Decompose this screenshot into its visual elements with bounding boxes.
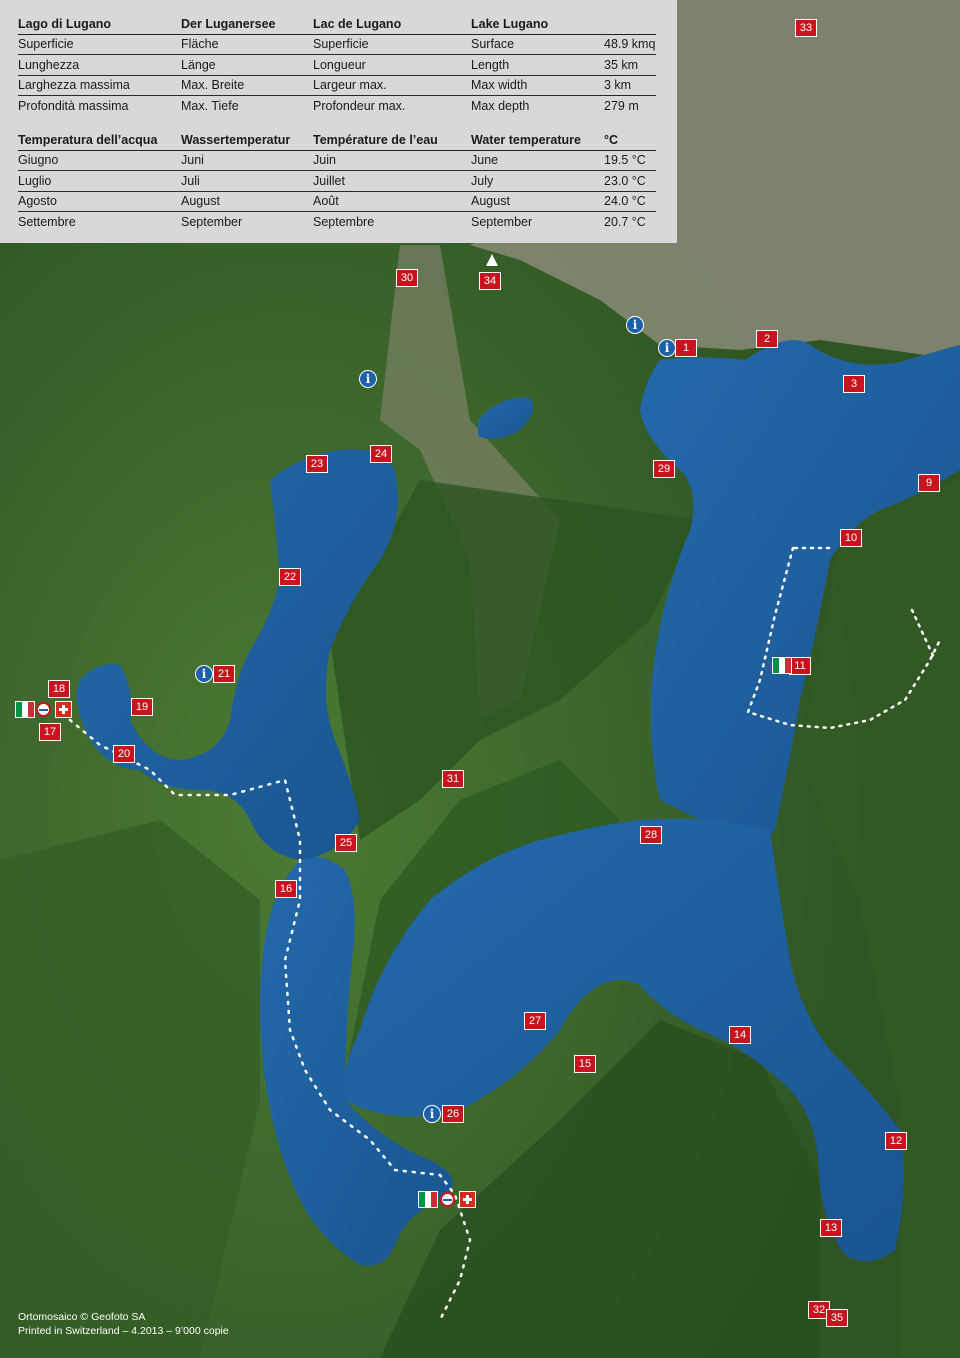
map-marker-9[interactable]: 9 [918, 474, 940, 492]
table-header-row: Lago di Lugano Der Luganersee Lac de Lug… [18, 14, 656, 35]
map-marker-15[interactable]: 15 [574, 1055, 596, 1073]
map-marker-13[interactable]: 13 [820, 1219, 842, 1237]
italian-flag-icon [418, 1191, 438, 1208]
water-temperature-table: Temperatura dell’acqua Wassertemperatur … [18, 130, 656, 232]
map-marker-23[interactable]: 23 [306, 455, 328, 473]
map-marker-16[interactable]: 16 [275, 880, 297, 898]
map-marker-19[interactable]: 19 [131, 698, 153, 716]
customs-icon [440, 1192, 455, 1207]
map-marker-12[interactable]: 12 [885, 1132, 907, 1150]
map-marker-22[interactable]: 22 [279, 568, 301, 586]
info-icon[interactable]: i [359, 370, 377, 388]
map-marker-11[interactable]: 11 [789, 657, 811, 675]
map-marker-1[interactable]: 1 [675, 339, 697, 357]
table-row: Larghezza massima Max. Breite Largeur max… [18, 75, 656, 96]
table-row: Lunghezza Länge Longueur Length 35 km [18, 54, 656, 76]
table-row: Profondità massima Max. Tiefe Profondeur … [18, 98, 639, 113]
map-marker-31[interactable]: 31 [442, 770, 464, 788]
italian-flag-icon [772, 657, 792, 674]
map-marker-21[interactable]: 21 [213, 665, 235, 683]
swiss-flag-icon [459, 1191, 476, 1208]
table-row: Agosto August Août August 24.0 °C [18, 191, 656, 212]
map-marker-34[interactable]: 34 [479, 272, 501, 290]
table-header-row: Temperatura dell’acqua Wassertemperatur … [18, 130, 656, 151]
map-marker-27[interactable]: 27 [524, 1012, 546, 1030]
table-row: Giugno Juni Juin June 19.5 °C [18, 150, 656, 171]
map-marker-24[interactable]: 24 [370, 445, 392, 463]
italian-flag-icon [15, 701, 35, 718]
map-marker-25[interactable]: 25 [335, 834, 357, 852]
map-marker-28[interactable]: 28 [640, 826, 662, 844]
map-marker-3[interactable]: 3 [843, 375, 865, 393]
map-marker-35[interactable]: 35 [826, 1309, 848, 1327]
credit-line: Ortomosaico © Geofoto SA [18, 1311, 146, 1323]
map-marker-20[interactable]: 20 [113, 745, 135, 763]
print-line: Printed in Switzerland – 4.2013 – 9’000 … [18, 1324, 229, 1337]
info-icon[interactable]: i [626, 316, 644, 334]
north-arrow-icon [486, 254, 498, 266]
map-credits: Ortomosaico © Geofoto SA Printed in Swit… [18, 1311, 229, 1338]
swiss-flag-icon [55, 701, 72, 718]
map-marker-2[interactable]: 2 [756, 330, 778, 348]
info-icon[interactable]: i [658, 339, 676, 357]
map-marker-10[interactable]: 10 [840, 529, 862, 547]
map-marker-14[interactable]: 14 [729, 1026, 751, 1044]
customs-icon [36, 702, 51, 717]
map-marker-33[interactable]: 33 [795, 19, 817, 37]
table-row: Settembre September Septembre September 20… [18, 214, 646, 229]
table-row: Superficie Fläche Superficie Surface 48.9 … [18, 34, 656, 55]
lake-info-panel: Lago di Lugano Der Luganersee Lac de Lug… [0, 0, 677, 243]
info-icon[interactable]: i [195, 665, 213, 683]
map-marker-26[interactable]: 26 [442, 1105, 464, 1123]
map-marker-29[interactable]: 29 [653, 460, 675, 478]
map-marker-30[interactable]: 30 [396, 269, 418, 287]
lake-facts-table: Lago di Lugano Der Luganersee Lac de Lug… [18, 14, 656, 116]
info-icon[interactable]: i [423, 1105, 441, 1123]
table-row: Luglio Juli Juillet July 23.0 °C [18, 170, 656, 192]
map-marker-18[interactable]: 18 [48, 680, 70, 698]
map-marker-17[interactable]: 17 [39, 723, 61, 741]
